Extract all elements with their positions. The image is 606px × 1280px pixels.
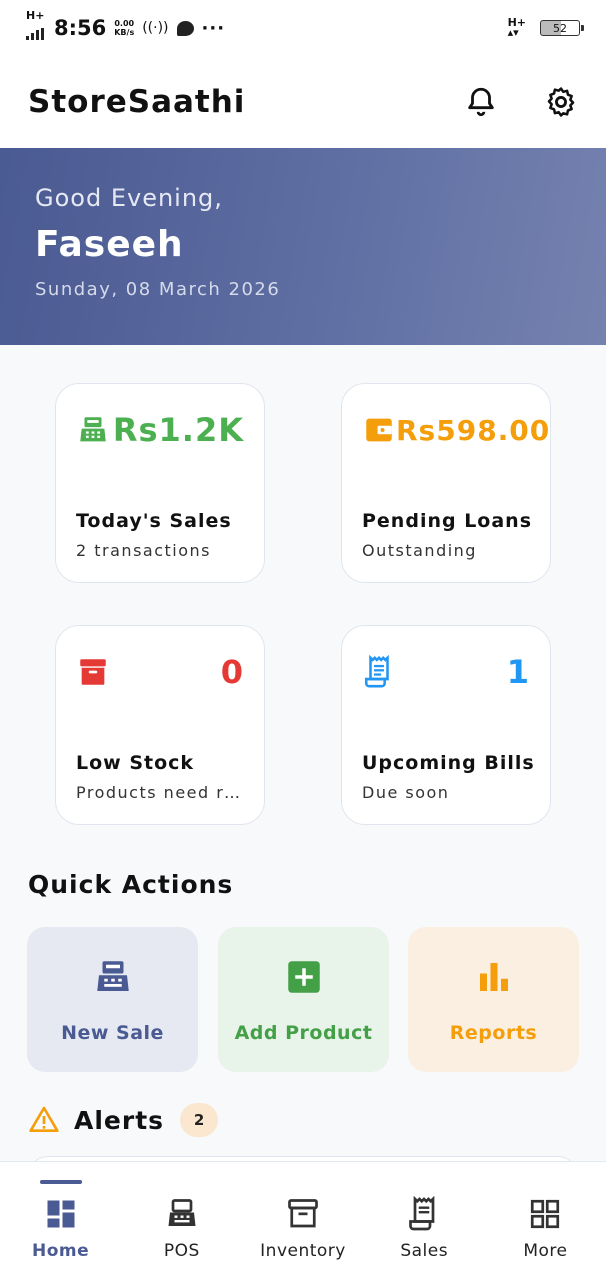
alerts-count-badge: 2 (180, 1103, 219, 1137)
user-name: Faseeh (35, 224, 184, 265)
alerts-header: Alerts 2 (28, 1103, 219, 1137)
receipt-icon (362, 655, 396, 689)
stat-card-todays-sales[interactable]: Rs1.2K Today's Sales 2 transactions (55, 383, 265, 583)
nav-label: Inventory (260, 1241, 346, 1261)
bar-chart-icon (479, 962, 508, 991)
signal-icon: H+ (26, 9, 46, 45)
cash-register-icon (96, 960, 129, 991)
nav-item-inventory[interactable]: Inventory (242, 1162, 363, 1280)
nav-item-home[interactable]: Home (0, 1162, 121, 1280)
stat-card-low-stock[interactable]: 0 Low Stock Products need re... (55, 625, 265, 825)
hotspot-icon: ((·)) (142, 20, 169, 36)
clock: 8:56 (54, 16, 107, 40)
app-bar: StoreSaathi (0, 56, 606, 148)
battery-level: 52 (553, 21, 567, 35)
notifications-button[interactable] (464, 85, 498, 119)
nav-label: Home (32, 1241, 90, 1261)
signal-bars-icon (26, 28, 44, 40)
status-left: H+ 8:56 0.00 KB/s ((·)) ··· (26, 9, 226, 45)
speed-unit: KB/s (114, 28, 135, 37)
stat-value: Rs1.2K (112, 411, 244, 449)
gear-icon (547, 87, 575, 117)
add-box-icon (287, 960, 320, 993)
active-indicator (39, 1180, 82, 1184)
nav-label: Sales (400, 1241, 449, 1261)
data-arrows-icon: ▴▾ (507, 26, 519, 39)
wallet-icon (362, 413, 396, 447)
nav-item-sales[interactable]: Sales (364, 1162, 485, 1280)
quick-actions-title: Quick Actions (28, 870, 234, 899)
nav-label: More (523, 1241, 568, 1261)
quick-action-label: Add Product (234, 1021, 373, 1044)
quick-action-label: New Sale (61, 1021, 164, 1044)
stat-subtitle: 2 transactions (76, 541, 211, 560)
archive-box-icon (76, 655, 110, 689)
quick-action-add-product[interactable]: Add Product (218, 927, 389, 1072)
nav-item-pos[interactable]: POS (121, 1162, 242, 1280)
greeting-banner: Good Evening, Faseeh Sunday, 08 March 20… (0, 148, 606, 345)
stat-subtitle: Outstanding (362, 541, 477, 560)
speed-value: 0.00 (114, 19, 135, 28)
stat-value: Rs598.00 (396, 413, 551, 447)
stat-title: Low Stock (76, 752, 195, 774)
quick-action-new-sale[interactable]: New Sale (27, 927, 198, 1072)
bell-icon (468, 87, 494, 117)
stat-title: Today's Sales (76, 510, 232, 532)
app-title: StoreSaathi (28, 84, 246, 120)
quick-action-label: Reports (449, 1021, 538, 1044)
archive-box-icon (288, 1199, 318, 1228)
cash-register-icon (76, 413, 110, 447)
stat-value: 1 (506, 653, 530, 691)
cash-register-icon (168, 1199, 196, 1226)
app-actions (464, 85, 578, 119)
stat-subtitle: Products need re... (76, 783, 246, 802)
status-right: H+ ▴▾ 52 (507, 17, 584, 39)
current-date: Sunday, 08 March 2026 (35, 279, 281, 300)
grid-icon (531, 1199, 560, 1229)
network-right-icon: H+ ▴▾ (507, 17, 526, 39)
stat-title: Pending Loans (362, 510, 533, 532)
battery-icon: 52 (540, 20, 584, 36)
stat-card-pending-loans[interactable]: Rs598.00 Pending Loans Outstanding (341, 383, 551, 583)
stat-title: Upcoming Bills (362, 752, 535, 774)
status-bar: H+ 8:56 0.00 KB/s ((·)) ··· H+ ▴▾ 52 (0, 0, 606, 56)
receipt-icon (409, 1196, 435, 1231)
nav-label: POS (163, 1241, 200, 1261)
stat-value: 0 (220, 653, 244, 691)
more-notifications-icon: ··· (201, 17, 226, 39)
quick-action-reports[interactable]: Reports (408, 927, 579, 1072)
nav-item-more[interactable]: More (485, 1162, 606, 1280)
greeting-text: Good Evening, (35, 184, 223, 212)
alerts-title: Alerts (74, 1105, 165, 1135)
stat-card-upcoming-bills[interactable]: 1 Upcoming Bills Due soon (341, 625, 551, 825)
settings-button[interactable] (544, 85, 578, 119)
message-icon (176, 20, 194, 36)
warning-icon (29, 1106, 59, 1132)
dashboard-icon (47, 1200, 75, 1228)
network-type: H+ (26, 9, 45, 22)
network-speed: 0.00 KB/s (114, 19, 134, 37)
bottom-nav: Home POS Inventory Sales More (0, 1161, 606, 1280)
stat-subtitle: Due soon (362, 783, 450, 802)
